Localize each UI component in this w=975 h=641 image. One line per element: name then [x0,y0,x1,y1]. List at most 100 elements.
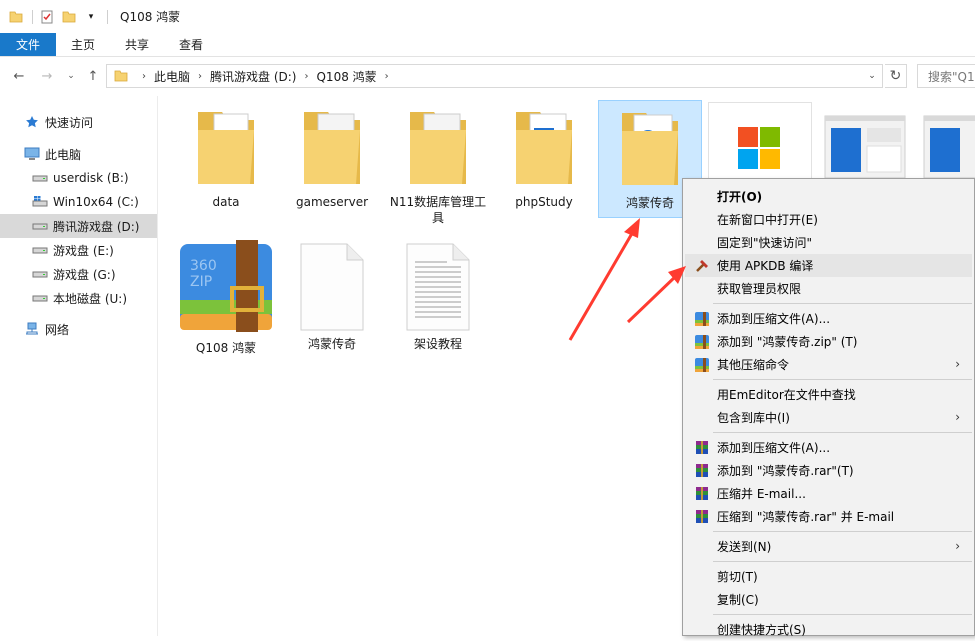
zip-archive-icon: 360 ZIP [180,240,272,332]
menu-item-cut[interactable]: 剪切(T) [685,565,972,588]
zip360-icon [695,312,709,326]
drive-icon [32,242,48,258]
drive-icon [32,218,48,234]
menu-item-send-to[interactable]: 发送到(N) › [685,535,972,558]
annotation-arrow-folder [568,218,640,341]
nav-item-drive-c[interactable]: Win10x64 (C:) [0,190,157,214]
menu-item-rar-add-archive[interactable]: 添加到压缩文件(A)... [685,436,972,459]
file-name: 架设教程 [413,337,462,351]
menu-item-open-new-window[interactable]: 在新窗口中打开(E) [685,208,972,231]
drive-icon [32,290,48,306]
menu-label: 固定到"快速访问" [717,236,813,250]
menu-item-360-add-archive[interactable]: 添加到压缩文件(A)... [685,307,972,330]
nav-label: Win10x64 (C:) [53,195,139,209]
menu-label: 获取管理员权限 [717,282,802,296]
menu-label: 压缩并 E-mail... [717,487,806,501]
nav-item-drive-u[interactable]: 本地磁盘 (U:) [0,286,157,310]
chevron-right-icon[interactable]: › [385,71,389,82]
folder-icon [8,9,24,25]
breadcrumb-this-pc[interactable]: 此电脑 [154,68,190,85]
back-arrow-icon[interactable]: ← [8,65,30,87]
file-tile-hongmeng-file[interactable]: 鸿蒙传奇 [280,240,384,352]
chevron-right-icon[interactable]: › [304,71,308,82]
winrar-icon [696,510,708,523]
computer-icon [24,146,40,162]
file-tile-windows-app[interactable] [708,102,812,182]
window-title: Q108 鸿蒙 [120,10,181,24]
breadcrumb-current-folder[interactable]: Q108 鸿蒙 [316,68,376,85]
nav-label: 本地磁盘 (U:) [53,291,128,306]
menu-item-get-admin[interactable]: 获取管理员权限 [685,277,972,300]
tab-view[interactable]: 查看 [164,33,218,56]
file-tile-gameserver[interactable]: gameserver [280,100,384,220]
menu-item-include-library[interactable]: 包含到库中(I) › [685,406,972,429]
file-tile-phpstudy[interactable]: phpStudy [492,100,596,220]
menu-label: 添加到压缩文件(A)... [717,312,831,326]
menu-label: 添加到 "鸿蒙传奇.zip" (T) [717,335,858,349]
menu-item-360-add-zip[interactable]: 添加到 "鸿蒙传奇.zip" (T) [685,330,972,353]
menu-item-apkdb-compile[interactable]: 使用 APKDB 编译 [685,254,972,277]
menu-label: 包含到库中(I) [717,411,790,425]
menu-separator [713,432,972,433]
nav-item-network[interactable]: 网络 [0,317,157,341]
chevron-right-icon[interactable]: › [198,71,202,82]
new-folder-icon[interactable] [61,9,77,25]
tab-home[interactable]: 主页 [56,33,110,56]
recent-locations-icon[interactable]: ⌄ [60,65,82,87]
tab-share[interactable]: 共享 [110,33,164,56]
navigation-row: ← → ⌄ ↑ › 此电脑 › 腾讯游戏盘 (D:) › Q108 鸿蒙 › ⌄… [0,57,975,95]
tab-file[interactable]: 文件 [0,33,57,56]
winrar-icon [696,441,708,454]
search-placeholder: 搜索"Q10 [928,69,975,84]
window-thumbnail-icon [923,115,975,179]
menu-label: 其他压缩命令 [717,358,790,372]
file-name: gameserver [295,195,369,209]
nav-item-quick-access[interactable]: 快速访问 [0,110,157,134]
file-name: 鸿蒙传奇 [307,337,356,351]
file-tile-window-thumb-1[interactable] [812,112,916,182]
nav-item-drive-g[interactable]: 游戏盘 (G:) [0,262,157,286]
refresh-button[interactable]: ↻ [885,64,907,88]
menu-item-360-more[interactable]: 其他压缩命令 › [685,353,972,376]
folder-with-settings-icon [410,112,466,184]
chevron-right-icon: › [955,357,960,371]
nav-item-drive-b[interactable]: userdisk (B:) [0,166,157,190]
windows-logo-icon [738,127,780,169]
toolbar-divider [107,9,108,24]
file-tile-setup-guide[interactable]: 架设教程 [386,240,490,352]
menu-item-open[interactable]: 打开(O) [685,185,972,208]
menu-label: 使用 APKDB 编译 [717,259,814,273]
text-document-icon [406,243,470,331]
menu-item-create-shortcut[interactable]: 创建快捷方式(S) [685,618,972,641]
menu-item-pin-quick-access[interactable]: 固定到"快速访问" [685,231,972,254]
menu-separator [713,379,972,380]
nav-item-this-pc[interactable]: 此电脑 [0,142,157,166]
address-history-dropdown-icon[interactable]: ⌄ [864,67,880,85]
nav-item-drive-d[interactable]: 腾讯游戏盘 (D:) [0,214,157,238]
star-icon [24,114,40,130]
menu-item-rar-compress-named-email[interactable]: 压缩到 "鸿蒙传奇.rar" 并 E-mail [685,505,972,528]
title-bar: ▾ Q108 鸿蒙 [0,0,975,33]
breadcrumb-drive-d[interactable]: 腾讯游戏盘 (D:) [210,68,296,85]
nav-label: 快速访问 [45,115,94,130]
file-tile-data[interactable]: data [174,100,278,220]
annotation-arrow-menu [626,266,686,324]
menu-label: 剪切(T) [717,570,758,584]
customize-dropdown-icon[interactable]: ▾ [83,9,99,25]
nav-item-drive-e[interactable]: 游戏盘 (E:) [0,238,157,262]
menu-item-emeditor-find[interactable]: 用EmEditor在文件中查找 [685,383,972,406]
address-bar[interactable]: › 此电脑 › 腾讯游戏盘 (D:) › Q108 鸿蒙 › ⌄ [106,64,883,88]
menu-label: 用EmEditor在文件中查找 [717,388,856,402]
forward-arrow-icon[interactable]: → [36,65,58,87]
menu-item-copy[interactable]: 复制(C) [685,588,972,611]
up-arrow-icon[interactable]: ↑ [82,65,104,87]
file-tile-q108-zip[interactable]: 360 ZIP Q108 鸿蒙 [174,240,278,355]
menu-label: 创建快捷方式(S) [717,623,806,637]
menu-item-rar-add-named[interactable]: 添加到 "鸿蒙传奇.rar"(T) [685,459,972,482]
file-tile-n11-db-tool[interactable]: N11数据库管理工具 [386,100,490,234]
menu-item-rar-compress-email[interactable]: 压缩并 E-mail... [685,482,972,505]
search-input[interactable]: 搜索"Q10 [917,64,975,88]
properties-icon[interactable] [39,9,55,25]
nav-label: 此电脑 [45,147,82,162]
network-icon [24,321,40,337]
